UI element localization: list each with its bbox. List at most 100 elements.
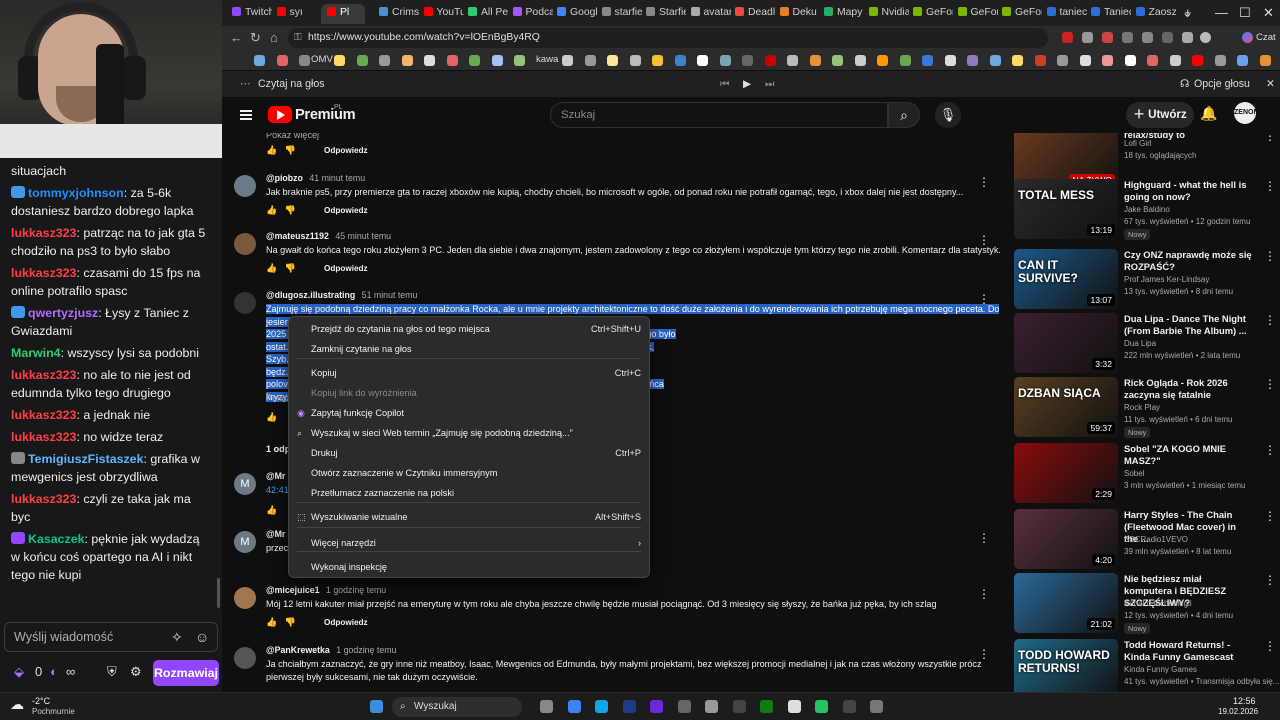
bookmark-icon[interactable] [764,55,776,66]
recommended-video[interactable]: TOTAL MESS 13:19 Highguard - what the hell… [1014,179,1280,245]
video-channel[interactable]: Dua Lipa [1124,339,1156,348]
like-icon[interactable]: 👍 [266,205,277,215]
browser-tab[interactable]: Starfie [646,4,686,24]
chat-username[interactable]: lukkasz323 [11,266,76,280]
bookmark-icon[interactable] [446,55,458,66]
profile-avatar[interactable] [1200,32,1211,43]
video-more-icon[interactable]: ⋮ [1264,639,1276,653]
chat-send-button[interactable]: Rozmawiaj [153,660,219,686]
close-read-aloud-icon[interactable]: ✕ [1266,78,1275,90]
context-menu-item[interactable]: ⬚ Wyszukiwanie wizualne Alt+Shift+S [289,507,649,527]
chat-username[interactable]: lukkasz323 [11,408,76,422]
taskbar-app-icon[interactable] [650,700,663,713]
video-title[interactable]: Highguard - what the hell is going on no… [1124,179,1252,203]
video-title[interactable]: Czy ONZ naprawdę może się ROZPAŚĆ? [1124,249,1252,273]
bookmark-icon[interactable] [742,55,753,66]
recommended-video[interactable]: 21:02 Nie będziesz miał komputera i BĘDZI… [1014,573,1280,639]
bookmark-icon[interactable] [491,55,503,66]
comment-more-icon[interactable]: ⋮ [978,175,990,189]
comment-avatar[interactable] [234,587,256,609]
create-button[interactable]: ＋ Utwórz [1126,102,1194,128]
video-channel[interactable]: BBCRadio1VEVO [1124,535,1188,544]
bookmark-icon[interactable] [276,55,288,66]
comment-author[interactable]: @micejuice1 1 godzinę temu [266,585,386,595]
more-icon[interactable]: ⋯ [240,78,251,90]
video-title[interactable]: Dua Lipa - Dance The Night (From Barbie … [1124,313,1252,337]
bookmark-icon[interactable] [1034,55,1046,66]
bookmark-icon[interactable] [1102,55,1113,66]
url-field[interactable]: ⚿ https://www.youtube.com/watch?v=lOEnBg… [288,28,1048,48]
video-more-icon[interactable]: ⋮ [1264,179,1276,193]
recommended-video[interactable]: TODD HOWARD RETURNS! Todd Howard Returns!… [1014,639,1280,692]
browser-tab[interactable]: Taniec [1091,4,1131,24]
chevron-down-icon[interactable]: ⌄ [1182,5,1193,21]
bookmark-icon[interactable] [469,55,480,66]
maximize-icon[interactable]: ☐ [1239,5,1251,21]
bookmark-icon[interactable] [334,55,345,66]
bookmark-icon[interactable] [832,55,843,66]
taskbar-app-icon[interactable] [815,700,828,713]
chat-username[interactable]: lukkasz323 [11,368,76,382]
sparkle-icon[interactable]: ✧ [171,629,183,646]
chat-username[interactable]: lukkasz323 [11,430,76,444]
comment-avatar[interactable] [234,233,256,255]
video-thumbnail[interactable]: 2:29 [1014,443,1118,503]
taskbar-app-icon[interactable] [787,700,801,713]
browser-tab[interactable]: Zaoszc [1135,4,1176,24]
taskbar-app-icon[interactable] [842,700,856,713]
taskbar-search[interactable]: ⌕ Wyszukaj [392,697,522,717]
comment-more-icon[interactable]: ⋮ [978,587,990,601]
like-icon[interactable]: 👍 [266,505,277,515]
browser-tab[interactable]: Twitch [232,4,272,24]
next-icon[interactable]: ⏭ [765,78,775,91]
voice-options-icon[interactable]: ☊ [1180,78,1189,90]
video-more-icon[interactable]: ⋮ [1264,133,1276,143]
extension-icon[interactable] [1122,32,1133,43]
bookmark-omv[interactable]: OMV [311,54,333,65]
video-thumbnail[interactable]: TOTAL MESS 13:19 [1014,179,1118,239]
browser-tab[interactable]: Podcas [512,4,553,24]
comment-author[interactable]: @PanKrewetka 1 godzinę temu [266,645,396,655]
browser-tab[interactable]: Nvidia [868,4,909,24]
context-menu-item[interactable]: Drukuj Ctrl+P [289,443,649,463]
bookmark-icon[interactable] [1079,55,1091,66]
video-channel[interactable]: Sobel [1124,469,1144,478]
video-title[interactable]: Sobel "ZA KOGO MNIE MASZ?" [1124,443,1252,467]
back-icon[interactable]: ← [230,30,243,45]
comment-more-icon[interactable]: ⋮ [978,531,990,545]
comment-more-icon[interactable]: ⋮ [978,233,990,247]
comment-author[interactable]: @dlugosz.illustrating 51 minut temu [266,290,417,300]
browser-tab[interactable]: Mapy [824,4,864,24]
bookmark-icon[interactable] [1057,55,1068,66]
taskbar-app-icon[interactable] [622,700,636,713]
bookmark-icon[interactable] [562,55,573,66]
context-menu-item[interactable]: Zamknij czytanie na głos [289,339,649,359]
context-menu-item[interactable]: ⌕ Wyszukaj w sieci Web termin „Zajmuję si… [289,423,649,443]
bookmark-icon[interactable] [697,55,708,66]
chat-scrollbar[interactable] [217,578,220,608]
browser-tab[interactable]: starfie [601,4,642,24]
minimize-icon[interactable]: — [1215,5,1228,20]
video-more-icon[interactable]: ⋮ [1264,509,1276,523]
bookmark-icon[interactable] [1169,55,1181,66]
context-menu-item[interactable]: Więcej narzędzi › [289,533,649,553]
comment-avatar[interactable] [234,647,256,669]
taskbar-app-icon[interactable] [677,700,691,713]
extension-icon[interactable] [1102,32,1113,43]
youtube-logo-icon[interactable] [268,106,292,123]
video-channel[interactable]: Lofi Girl [1124,139,1152,148]
taskbar-app-icon[interactable] [705,700,718,713]
video-thumbnail[interactable]: 21:02 [1014,573,1118,633]
bookmark-icon[interactable] [854,55,866,66]
comment-author[interactable]: @Mr [266,471,285,481]
chat-username[interactable]: lukkasz323 [11,492,76,506]
bookmark-icon[interactable] [967,55,978,66]
context-menu-item[interactable]: Przetłumacz zaznaczenie na polski [289,483,649,503]
bookmark-icon[interactable] [877,55,888,66]
bookmark-icon[interactable] [514,55,525,66]
play-icon[interactable]: ▶ [743,78,751,90]
comment-avatar[interactable] [234,175,256,197]
bookmark-icon[interactable] [379,55,390,66]
bookmark-icon[interactable] [1012,55,1023,66]
reply-button[interactable]: Odpowiedz [324,264,368,273]
